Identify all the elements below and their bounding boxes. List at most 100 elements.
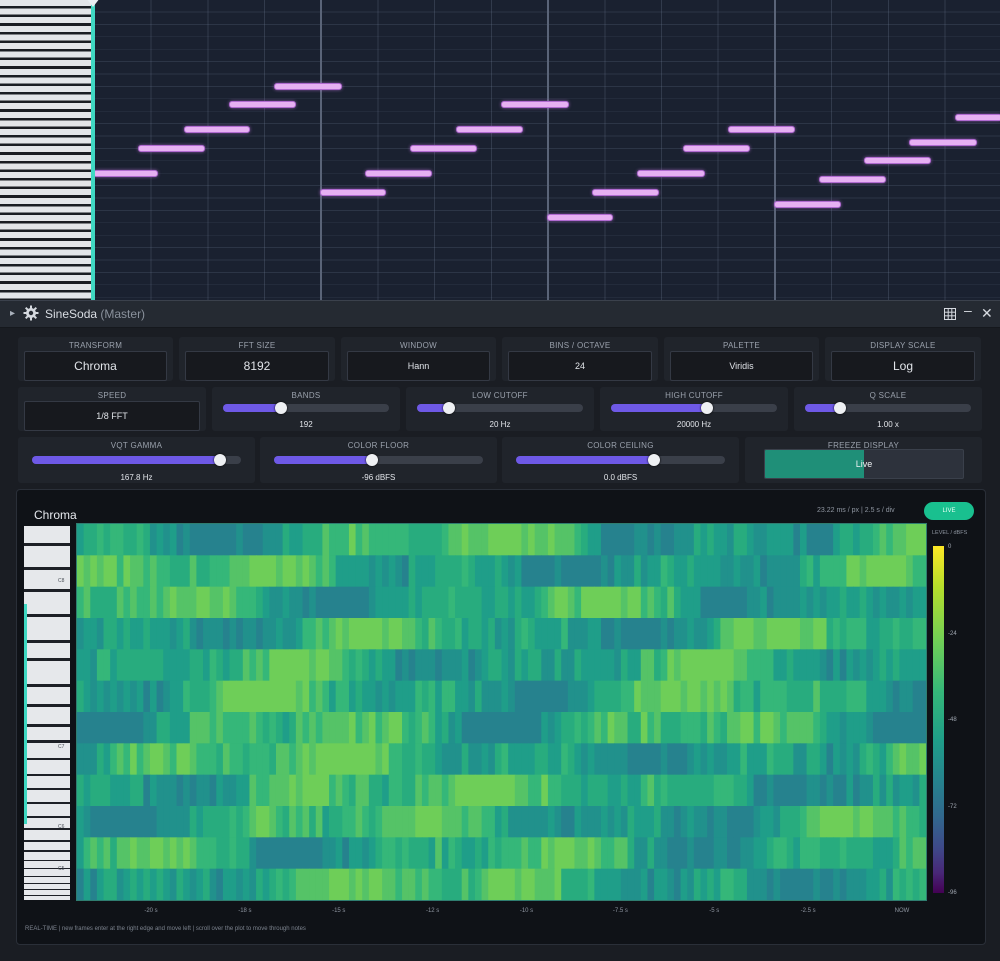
keyboard-black-key[interactable] bbox=[24, 640, 70, 643]
display-keyboard[interactable]: C8 C7 C6 C5 bbox=[24, 526, 70, 900]
keyboard-black-key[interactable] bbox=[24, 658, 70, 661]
piano-roll-note[interactable] bbox=[592, 189, 659, 196]
piano-roll-note[interactable] bbox=[728, 126, 795, 133]
time-axis-tick: -2.5 s bbox=[800, 908, 816, 914]
time-axis: -20 s -18 s -15 s -12 s -10 s -7.5 s -5 s -2.5 … bbox=[76, 908, 925, 920]
keyboard-black-key[interactable] bbox=[24, 740, 70, 743]
freeze-display-panel: FREEZE DISPLAY Live bbox=[745, 437, 982, 483]
chroma-heatmap[interactable] bbox=[77, 524, 926, 900]
keyboard-black-key[interactable] bbox=[24, 889, 70, 890]
keyboard-black-key[interactable] bbox=[24, 788, 70, 790]
keyboard-black-key[interactable] bbox=[24, 895, 70, 896]
piano-roll-note[interactable] bbox=[637, 170, 705, 177]
keyboard-black-key[interactable] bbox=[24, 704, 70, 707]
keyboard-black-key[interactable] bbox=[24, 840, 70, 842]
piano-roll-note[interactable] bbox=[683, 145, 750, 152]
piano-roll[interactable] bbox=[0, 0, 1000, 300]
keyboard-black-key[interactable] bbox=[24, 802, 70, 804]
piano-roll-note[interactable] bbox=[456, 126, 523, 133]
speed-select[interactable]: 1/8 FFT bbox=[24, 401, 200, 431]
speed-label: SPEED bbox=[97, 391, 127, 400]
piano-roll-note[interactable] bbox=[320, 189, 386, 196]
piano-roll-keyboard[interactable] bbox=[0, 0, 92, 300]
vqt-gamma-slider-knob[interactable] bbox=[214, 454, 227, 466]
colorbar-tick: -72 bbox=[948, 803, 957, 810]
keyboard-black-key[interactable] bbox=[24, 816, 70, 818]
piano-roll-note[interactable] bbox=[365, 170, 432, 177]
color-ceiling-panel: COLOR CEILING 0.0 dBFS bbox=[502, 437, 739, 483]
piano-roll-note[interactable] bbox=[229, 101, 296, 108]
bins-octave-panel: BINS / OCTAVE 24 bbox=[502, 337, 658, 381]
keyboard-black-key[interactable] bbox=[24, 758, 70, 760]
gear-icon[interactable] bbox=[23, 305, 39, 326]
piano-roll-note[interactable] bbox=[909, 139, 977, 146]
high-cutoff-slider[interactable] bbox=[611, 402, 777, 414]
vqt-gamma-panel: VQT GAMMA 167.8 Hz bbox=[18, 437, 255, 483]
piano-roll-note[interactable] bbox=[774, 201, 841, 208]
minimize-icon[interactable]: – bbox=[964, 302, 972, 318]
bins-octave-select[interactable]: 24 bbox=[508, 351, 652, 381]
fft-size-select[interactable]: 8192 bbox=[185, 351, 329, 381]
keyboard-octave-label: C7 bbox=[58, 744, 65, 750]
bar-line bbox=[547, 0, 549, 300]
keyboard-black-key[interactable] bbox=[24, 724, 70, 727]
vqt-gamma-slider[interactable] bbox=[32, 454, 241, 466]
keyboard-black-key[interactable] bbox=[24, 614, 70, 617]
keyboard-black-key[interactable] bbox=[24, 567, 70, 570]
color-floor-value: -96 dBFS bbox=[361, 473, 396, 482]
keyboard-black-key[interactable] bbox=[24, 883, 70, 884]
transform-select[interactable]: Chroma bbox=[24, 351, 167, 381]
piano-roll-note[interactable] bbox=[93, 170, 158, 177]
high-cutoff-slider-knob[interactable] bbox=[701, 402, 714, 414]
low-cutoff-slider-knob[interactable] bbox=[442, 402, 455, 414]
palette-label: PALETTE bbox=[722, 341, 761, 350]
piano-roll-note[interactable] bbox=[547, 214, 613, 221]
palette-select[interactable]: Viridis bbox=[670, 351, 813, 381]
keyboard-black-key[interactable] bbox=[24, 589, 70, 592]
display-scale-panel: DISPLAY SCALE Log bbox=[825, 337, 981, 381]
keyboard-black-key[interactable] bbox=[24, 850, 70, 852]
piano-roll-note[interactable] bbox=[274, 83, 342, 90]
keyboard-black-key[interactable] bbox=[24, 774, 70, 776]
window-panel: WINDOW Hann bbox=[341, 337, 496, 381]
display-scale-select[interactable]: Log bbox=[831, 351, 975, 381]
colorbar-tick: -96 bbox=[948, 890, 957, 896]
color-floor-slider-knob[interactable] bbox=[366, 454, 379, 466]
color-ceiling-value: 0.0 dBFS bbox=[603, 473, 638, 482]
keyboard-black-key[interactable] bbox=[24, 543, 70, 546]
freeze-display-value: Live bbox=[855, 459, 873, 469]
color-ceiling-slider[interactable] bbox=[516, 454, 725, 466]
piano-roll-note[interactable] bbox=[955, 114, 1000, 121]
playhead-marker-icon[interactable] bbox=[86, 0, 100, 7]
piano-roll-note[interactable] bbox=[501, 101, 569, 108]
piano-roll-note[interactable] bbox=[864, 157, 931, 164]
low-cutoff-slider[interactable] bbox=[417, 402, 583, 414]
q-scale-slider[interactable] bbox=[805, 402, 971, 414]
transform-panel: TRANSFORM Chroma bbox=[18, 337, 173, 381]
keyboard-black-key[interactable] bbox=[24, 876, 70, 877]
color-floor-slider[interactable] bbox=[274, 454, 483, 466]
piano-roll-note[interactable] bbox=[819, 176, 886, 183]
piano-roll-note[interactable] bbox=[184, 126, 250, 133]
close-icon[interactable]: ✕ bbox=[981, 305, 993, 322]
keyboard-black-key[interactable] bbox=[24, 684, 70, 687]
piano-roll-note[interactable] bbox=[410, 145, 477, 152]
keyboard-octave-label: C5 bbox=[58, 866, 65, 872]
live-badge[interactable]: LIVE bbox=[924, 502, 974, 520]
bands-slider-knob[interactable] bbox=[275, 402, 288, 414]
keyboard-black-key[interactable] bbox=[24, 860, 70, 861]
low-cutoff-panel: LOW CUTOFF 20 Hz bbox=[406, 387, 594, 431]
spectrogram-plot[interactable] bbox=[76, 523, 927, 901]
q-scale-slider-knob[interactable] bbox=[833, 402, 846, 414]
piano-roll-note[interactable] bbox=[138, 145, 205, 152]
grid-icon[interactable] bbox=[944, 307, 956, 325]
freeze-display-toggle[interactable]: Live bbox=[764, 449, 964, 479]
triangle-right-icon[interactable]: ▸ bbox=[10, 308, 15, 319]
title-bar[interactable]: ▸ SineSoda (Master) – ✕ bbox=[0, 301, 1000, 328]
bands-slider[interactable] bbox=[223, 402, 389, 414]
q-scale-panel: Q SCALE 1.00 x bbox=[794, 387, 982, 431]
display-scale-label: DISPLAY SCALE bbox=[870, 341, 936, 350]
window-select[interactable]: Hann bbox=[347, 351, 490, 381]
color-ceiling-slider-knob[interactable] bbox=[647, 454, 660, 466]
playhead[interactable] bbox=[91, 0, 95, 300]
